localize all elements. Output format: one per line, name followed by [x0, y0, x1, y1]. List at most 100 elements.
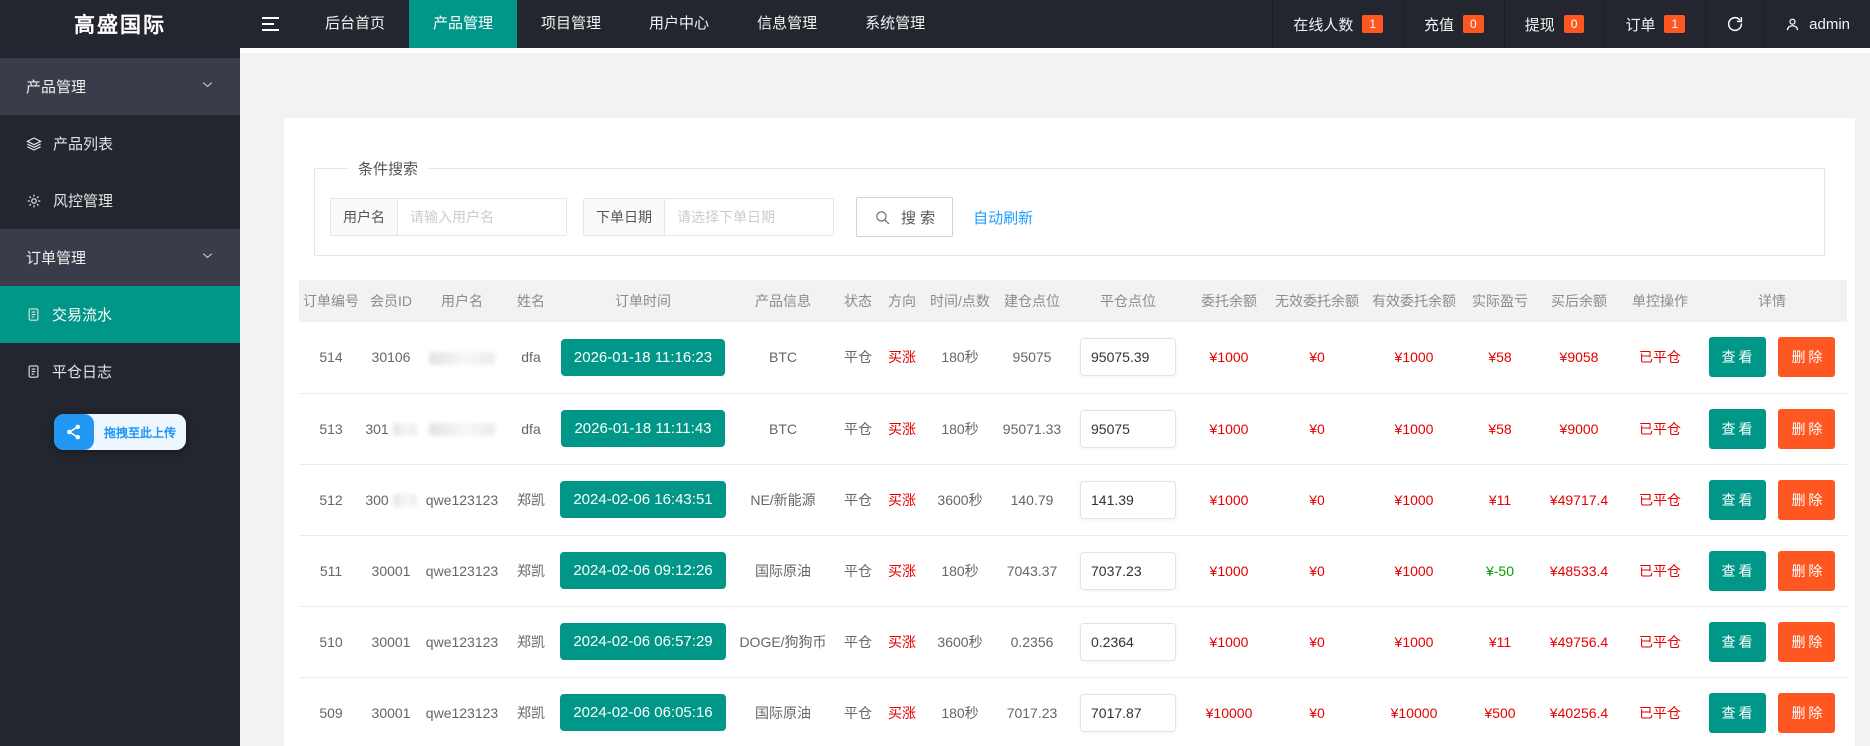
username: qwe123123 — [419, 677, 505, 746]
invalid-entrust-balance: ¥0 — [1271, 606, 1363, 677]
order-time-button[interactable]: 2024-02-06 06:05:16 — [560, 694, 725, 731]
sidebar-item[interactable]: 平仓日志 — [0, 343, 240, 400]
delete-button[interactable]: 删除 — [1778, 551, 1835, 591]
delete-button[interactable]: 删除 — [1778, 480, 1835, 520]
chevron-down-icon — [201, 78, 214, 95]
duration: 180秒 — [925, 322, 995, 393]
username-label: 用户名 — [331, 199, 398, 235]
delete-button[interactable]: 删除 — [1778, 337, 1835, 377]
order-time-button[interactable]: 2024-02-06 09:12:26 — [560, 552, 725, 589]
close-point-input[interactable] — [1080, 694, 1176, 732]
sidebar-group[interactable]: 产品管理 — [0, 58, 240, 115]
top-menu: 后台首页产品管理项目管理用户中心信息管理系统管理 — [301, 0, 949, 48]
column-header: 详情 — [1697, 280, 1847, 322]
after-balance: ¥49717.4 — [1535, 464, 1623, 535]
order-id: 513 — [299, 393, 363, 464]
close-point-input[interactable] — [1080, 410, 1176, 448]
top-menu-item[interactable]: 后台首页 — [301, 0, 409, 48]
view-button[interactable]: 查看 — [1709, 480, 1766, 520]
open-point: 0.2356 — [995, 606, 1069, 677]
redacted-text — [393, 423, 417, 436]
actual-profit: ¥-50 — [1465, 535, 1535, 606]
close-point-input[interactable] — [1080, 552, 1176, 590]
status: 平仓 — [837, 322, 879, 393]
topbar-stat[interactable]: 充值0 — [1403, 0, 1504, 48]
view-button[interactable]: 查看 — [1709, 551, 1766, 591]
detail-actions: 查看 删除 — [1697, 393, 1847, 464]
table-row: 514 30106 dfa 2026-01-18 11:16:23 BTC 平仓… — [299, 322, 1847, 393]
delete-button[interactable]: 删除 — [1778, 622, 1835, 662]
real-name: dfa — [505, 322, 557, 393]
close-point-input[interactable] — [1080, 481, 1176, 519]
column-header: 方向 — [879, 280, 925, 322]
member-id: 30001 — [363, 606, 419, 677]
upload-widget[interactable]: 拖拽至此上传 — [54, 414, 186, 450]
invalid-entrust-balance: ¥0 — [1271, 677, 1363, 746]
sidebar-item[interactable]: 交易流水 — [0, 286, 240, 343]
order-time-button[interactable]: 2026-01-18 11:16:23 — [561, 339, 725, 376]
direction: 买涨 — [879, 677, 925, 746]
sidebar-group-label: 产品管理 — [26, 76, 86, 97]
close-point-input[interactable] — [1080, 338, 1176, 376]
delete-button[interactable]: 删除 — [1778, 693, 1835, 733]
member-id: 30001 — [363, 677, 419, 746]
column-header: 建仓点位 — [995, 280, 1069, 322]
order-id: 514 — [299, 322, 363, 393]
sidebar-item-label: 交易流水 — [52, 304, 112, 325]
sidebar-item-label: 产品列表 — [53, 133, 113, 154]
topbar-stat[interactable]: 提现0 — [1504, 0, 1605, 48]
column-header: 会员ID — [363, 280, 419, 322]
open-point: 7017.23 — [995, 677, 1069, 746]
order-time-button[interactable]: 2026-01-18 11:11:43 — [561, 410, 724, 447]
content-panel: 条件搜索 用户名 下单日期 搜 索 — [284, 118, 1855, 746]
open-point: 140.79 — [995, 464, 1069, 535]
view-button[interactable]: 查看 — [1709, 693, 1766, 733]
sidebar-item[interactable]: 产品列表 — [0, 115, 240, 172]
actual-profit: ¥58 — [1465, 393, 1535, 464]
user-menu[interactable]: admin — [1764, 0, 1870, 48]
direction: 买涨 — [879, 464, 925, 535]
layers-icon — [26, 136, 42, 152]
invalid-entrust-balance: ¥0 — [1271, 393, 1363, 464]
delete-button[interactable]: 删除 — [1778, 409, 1835, 449]
stat-badge: 0 — [1463, 15, 1484, 33]
orders-table: 订单编号会员ID用户名姓名订单时间产品信息状态方向时间/点数建仓点位平仓点位委托… — [299, 280, 1847, 746]
control-status: 已平仓 — [1623, 393, 1697, 464]
clipboard-icon — [26, 364, 41, 379]
upload-label: 拖拽至此上传 — [94, 424, 186, 441]
control-status: 已平仓 — [1623, 535, 1697, 606]
top-menu-item[interactable]: 产品管理 — [409, 0, 517, 48]
order-time-button[interactable]: 2024-02-06 06:57:29 — [560, 623, 725, 660]
order-date-input[interactable] — [665, 199, 833, 235]
topbar-stat[interactable]: 在线人数1 — [1272, 0, 1403, 48]
sidebar-group[interactable]: 订单管理 — [0, 229, 240, 286]
top-menu-item[interactable]: 信息管理 — [733, 0, 841, 48]
view-button[interactable]: 查看 — [1709, 622, 1766, 662]
refresh-button[interactable] — [1705, 0, 1764, 48]
view-button[interactable]: 查看 — [1709, 409, 1766, 449]
view-button[interactable]: 查看 — [1709, 337, 1766, 377]
sidebar-item[interactable]: 风控管理 — [0, 172, 240, 229]
column-header: 产品信息 — [729, 280, 837, 322]
control-status: 已平仓 — [1623, 606, 1697, 677]
after-balance: ¥9058 — [1535, 322, 1623, 393]
search-button[interactable]: 搜 索 — [856, 197, 953, 237]
top-menu-item[interactable]: 系统管理 — [841, 0, 949, 48]
stat-badge: 0 — [1564, 15, 1585, 33]
topbar-stat[interactable]: 订单1 — [1604, 0, 1705, 48]
actual-profit: ¥11 — [1465, 606, 1535, 677]
top-menu-item[interactable]: 用户中心 — [625, 0, 733, 48]
menu-toggle-icon[interactable] — [240, 0, 301, 48]
orders-table-wrap: 订单编号会员ID用户名姓名订单时间产品信息状态方向时间/点数建仓点位平仓点位委托… — [299, 280, 1840, 746]
top-menu-item[interactable]: 项目管理 — [517, 0, 625, 48]
real-name: 郑凯 — [505, 677, 557, 746]
product-info: 国际原油 — [729, 677, 837, 746]
username: qwe123123 — [419, 464, 505, 535]
close-point-input[interactable] — [1080, 623, 1176, 661]
entrust-balance: ¥1000 — [1187, 606, 1271, 677]
order-time-button[interactable]: 2024-02-06 16:43:51 — [560, 481, 725, 518]
username-input[interactable] — [398, 199, 566, 235]
status: 平仓 — [837, 393, 879, 464]
product-info: NE/新能源 — [729, 464, 837, 535]
auto-refresh-link[interactable]: 自动刷新 — [973, 207, 1033, 228]
